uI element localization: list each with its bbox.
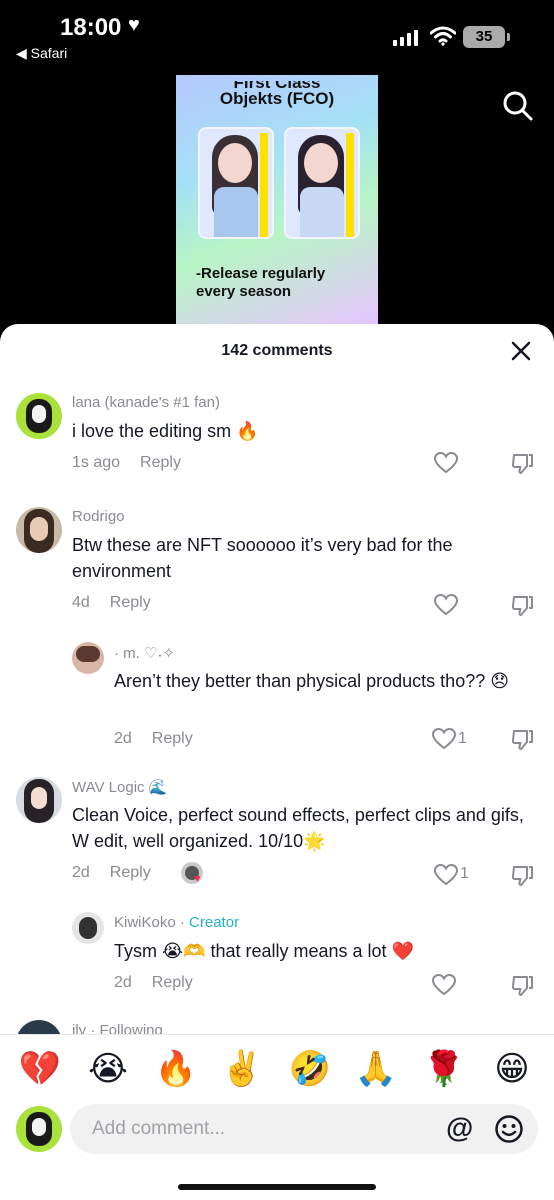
- comment-composer: @: [0, 1104, 554, 1200]
- comment-author[interactable]: lana (kanade's #1 fan): [72, 394, 220, 411]
- comment-item: lana (kanade's #1 fan) i love the editin…: [0, 390, 554, 490]
- heart-icon: ♥: [128, 14, 140, 36]
- comments-count-title: 142 comments: [221, 342, 333, 359]
- emoji-picker-icon[interactable]: [494, 1114, 524, 1144]
- status-bar: 18:00 ♥ ◀ Safari 35: [0, 0, 554, 70]
- comment-time: 1s ago: [72, 454, 121, 471]
- emoji-button[interactable]: 😭: [84, 1049, 132, 1089]
- user-avatar: [16, 1106, 62, 1152]
- like-heart-icon[interactable]: [432, 974, 456, 996]
- comment-text: Btw these are NFT soooooo it’s very bad …: [72, 535, 453, 581]
- comment-text: i love the editing sm 🔥: [72, 421, 259, 441]
- like-heart-icon[interactable]: [432, 728, 456, 750]
- emoji-quick-bar: 💔 😭 🔥 ✌️ 🤣 🙏 🌹 😁: [0, 1034, 554, 1104]
- mention-button[interactable]: @: [446, 1112, 473, 1144]
- comment-author-name: KiwiKoko: [114, 914, 176, 931]
- comment-time: 2d: [114, 974, 132, 991]
- avatar[interactable]: [16, 393, 62, 439]
- video-title: First Class Objekts (FCO): [176, 81, 378, 109]
- reply-button[interactable]: Reply: [140, 454, 181, 471]
- back-to-safari-link[interactable]: ◀ Safari: [16, 45, 67, 62]
- reply-item: · m. ♡˖✧ Aren’t they better than physica…: [0, 638, 554, 758]
- comment-author[interactable]: · m. ♡˖✧: [114, 644, 175, 662]
- reply-item: KiwiKoko · Creator Tysm 😭🫶 that really m…: [0, 908, 554, 1008]
- photocard-image: [284, 127, 360, 239]
- dislike-icon[interactable]: [510, 864, 534, 888]
- comment-text: Aren’t they better than physical product…: [114, 671, 509, 691]
- emoji-button[interactable]: 🔥: [152, 1049, 200, 1089]
- emoji-button[interactable]: ✌️: [218, 1049, 266, 1089]
- emoji-button[interactable]: 😁: [488, 1049, 536, 1089]
- comment-meta: 2d Reply: [72, 864, 151, 882]
- reply-button[interactable]: Reply: [110, 864, 151, 881]
- dislike-icon[interactable]: [510, 728, 534, 752]
- comment-time: 2d: [72, 864, 90, 881]
- comment-author[interactable]: Rodrigo: [72, 508, 125, 525]
- avatar[interactable]: [16, 777, 62, 823]
- reply-button[interactable]: Reply: [152, 730, 193, 747]
- dislike-icon[interactable]: [510, 452, 534, 476]
- comment-author[interactable]: WAV Logic 🌊: [72, 778, 167, 796]
- reply-button[interactable]: Reply: [110, 594, 151, 611]
- video-title-partial: First Class: [176, 81, 378, 89]
- comment-meta: 1s ago Reply: [72, 454, 181, 472]
- close-icon[interactable]: [510, 340, 532, 362]
- photocard-image: [198, 127, 274, 239]
- signal-icon: [393, 30, 418, 46]
- like-count: 1: [458, 730, 467, 747]
- video-title-main: Objekts (FCO): [219, 89, 335, 108]
- comment-text: Tysm 😭🫶 that really means a lot ❤️: [114, 941, 414, 961]
- comment-meta: 4d Reply: [72, 594, 151, 612]
- status-time: 18:00: [60, 14, 122, 41]
- comment-time: 4d: [72, 594, 90, 611]
- emoji-button[interactable]: 🌹: [420, 1049, 468, 1089]
- video-subtitle: -Release regularly every season: [196, 265, 325, 301]
- emoji-button[interactable]: 🤣: [286, 1049, 334, 1089]
- like-heart-icon[interactable]: [434, 864, 458, 886]
- creator-liked-heart-icon: ♥: [194, 873, 201, 885]
- comment-item: WAV Logic 🌊 Clean Voice, perfect sound e…: [0, 774, 554, 894]
- video-preview[interactable]: First Class Objekts (FCO) -Release regul…: [176, 75, 378, 325]
- avatar[interactable]: [72, 642, 104, 674]
- like-heart-icon[interactable]: [434, 594, 458, 616]
- emoji-button[interactable]: 💔: [16, 1049, 64, 1089]
- avatar[interactable]: [16, 507, 62, 553]
- avatar[interactable]: [72, 912, 104, 944]
- comment-input[interactable]: [92, 1116, 432, 1142]
- home-indicator: [178, 1184, 376, 1190]
- comment-meta: 2d Reply: [114, 974, 193, 992]
- comment-text: Clean Voice, perfect sound effects, perf…: [72, 805, 524, 851]
- comment-input-box[interactable]: @: [70, 1104, 538, 1154]
- dislike-icon[interactable]: [510, 974, 534, 998]
- creator-badge: Creator: [189, 914, 240, 931]
- search-icon[interactable]: [502, 90, 534, 122]
- comment-time: 2d: [114, 730, 132, 747]
- video-subtitle-line: every season: [196, 283, 292, 300]
- emoji-button[interactable]: 🙏: [352, 1049, 400, 1089]
- reply-button[interactable]: Reply: [152, 974, 193, 991]
- comment-item: Rodrigo Btw these are NFT soooooo it’s v…: [0, 504, 554, 624]
- comment-meta: 2d Reply: [114, 730, 193, 748]
- video-subtitle-line: -Release regularly: [196, 265, 326, 282]
- dislike-icon[interactable]: [510, 594, 534, 618]
- like-heart-icon[interactable]: [434, 452, 458, 474]
- like-count: 1: [460, 865, 469, 882]
- wifi-icon: [430, 26, 456, 46]
- comment-author[interactable]: KiwiKoko · Creator: [114, 914, 239, 931]
- battery-indicator: 35: [463, 26, 510, 48]
